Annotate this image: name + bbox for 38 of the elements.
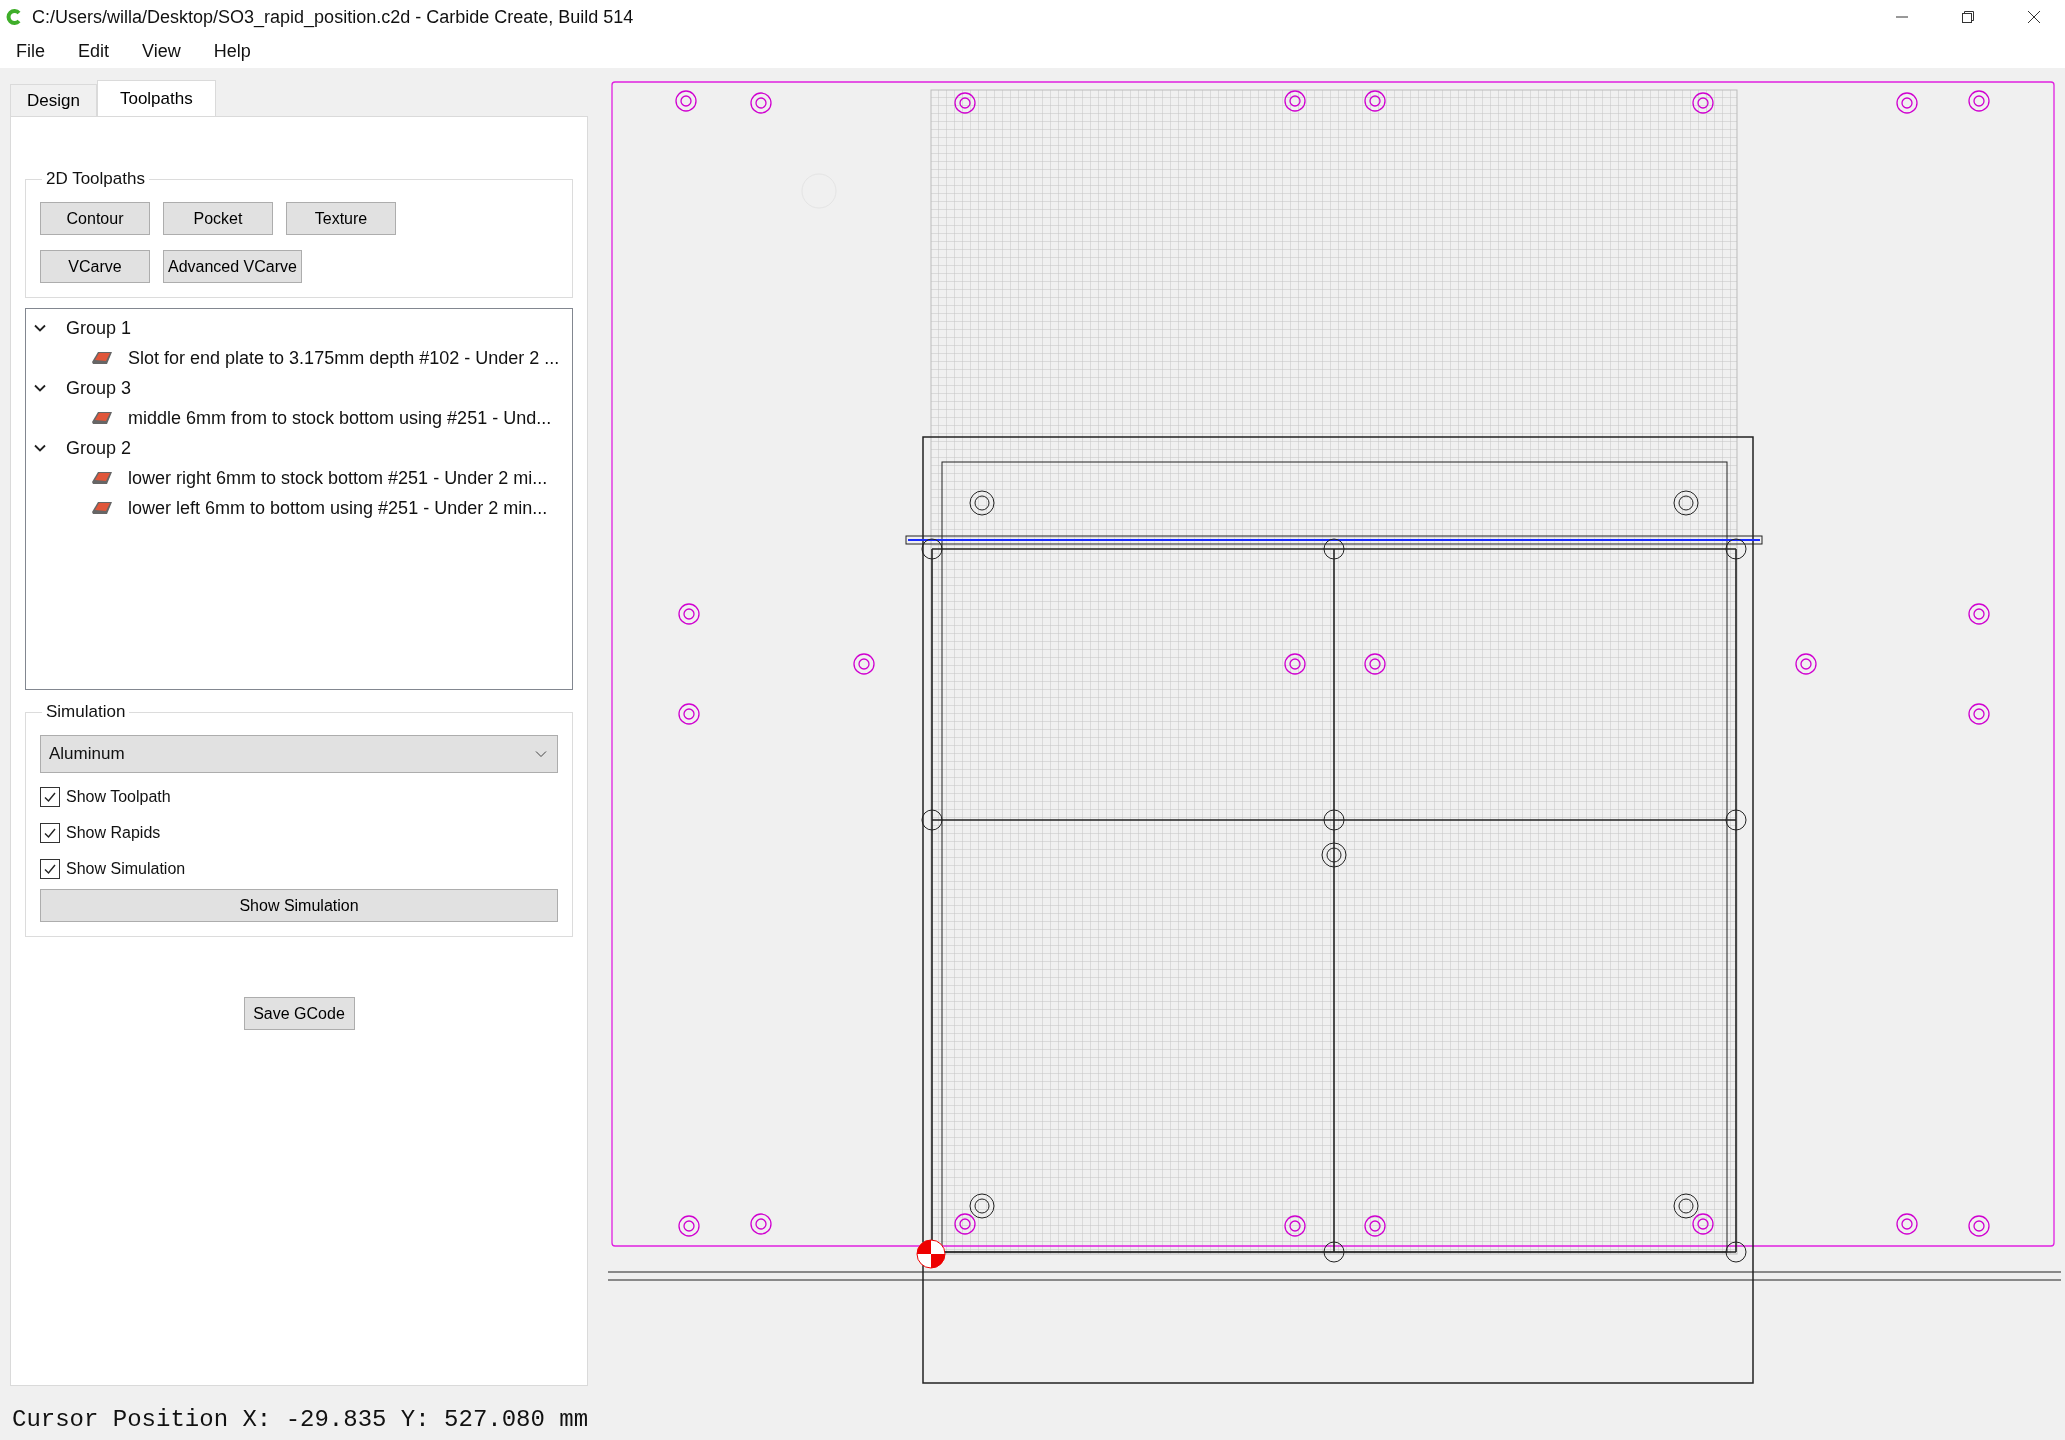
material-dropdown[interactable]: Aluminum	[40, 735, 558, 773]
checkbox-label: Show Toolpath	[66, 788, 171, 806]
toolpath-button[interactable]: Texture	[286, 202, 396, 235]
group-label[interactable]: Group 3	[66, 377, 132, 399]
tab[interactable]: Toolpaths	[96, 80, 216, 116]
menu-item[interactable]: Help	[203, 40, 274, 62]
toolpath-button[interactable]: Advanced VCarve	[163, 250, 302, 283]
app-logo-icon	[6, 9, 22, 25]
toolpath-button[interactable]: Contour	[40, 202, 150, 235]
menu-item[interactable]: File	[6, 40, 68, 62]
menu-item[interactable]: View	[132, 40, 204, 62]
save-gcode-button[interactable]: Save GCode	[243, 997, 355, 1030]
toolpath-button[interactable]: VCarve	[40, 250, 150, 283]
group-title: 2D Toolpaths	[42, 169, 149, 189]
checkbox-label: Show Simulation	[66, 860, 186, 878]
menu-item[interactable]: Edit	[68, 40, 133, 62]
restore-icon[interactable]	[1961, 10, 1975, 24]
chevron-down-icon	[535, 750, 547, 758]
toolpath-item[interactable]: middle 6mm from to stock bottom using #251 - Und...	[128, 407, 552, 429]
group-label[interactable]: Group 1	[66, 317, 132, 339]
checkbox[interactable]	[40, 787, 60, 807]
chevron-down-icon[interactable]	[34, 382, 46, 394]
tab[interactable]: Design	[10, 84, 97, 116]
show-simulation-button[interactable]: Show Simulation	[40, 889, 558, 922]
checkbox[interactable]	[40, 859, 60, 879]
checkbox[interactable]	[40, 823, 60, 843]
chevron-down-icon[interactable]	[34, 442, 46, 454]
toolpath-item[interactable]: lower right 6mm to stock bottom #251 - Under 2 mi...	[128, 467, 548, 489]
checkbox-label: Show Rapids	[66, 824, 161, 842]
close-icon[interactable]	[2027, 10, 2041, 24]
window-title: C:/Users/willa/Desktop/SO3_rapid_position.c2d - Carbide Create, Build 514	[32, 6, 635, 28]
toolpath-item[interactable]: Slot for end plate to 3.175mm depth #102 - Under 2 ...	[128, 347, 560, 369]
toolpath-button[interactable]: Pocket	[163, 202, 273, 235]
origin-marker-icon	[916, 1239, 946, 1269]
cursor-position-readout: Cursor Position X: -29.835 Y: 527.080 mm	[11, 1404, 590, 1435]
toolpath-item[interactable]: lower left 6mm to bottom using #251 - Under 2 min...	[128, 497, 548, 519]
group-label[interactable]: Group 2	[66, 437, 132, 459]
chevron-down-icon[interactable]	[34, 322, 46, 334]
